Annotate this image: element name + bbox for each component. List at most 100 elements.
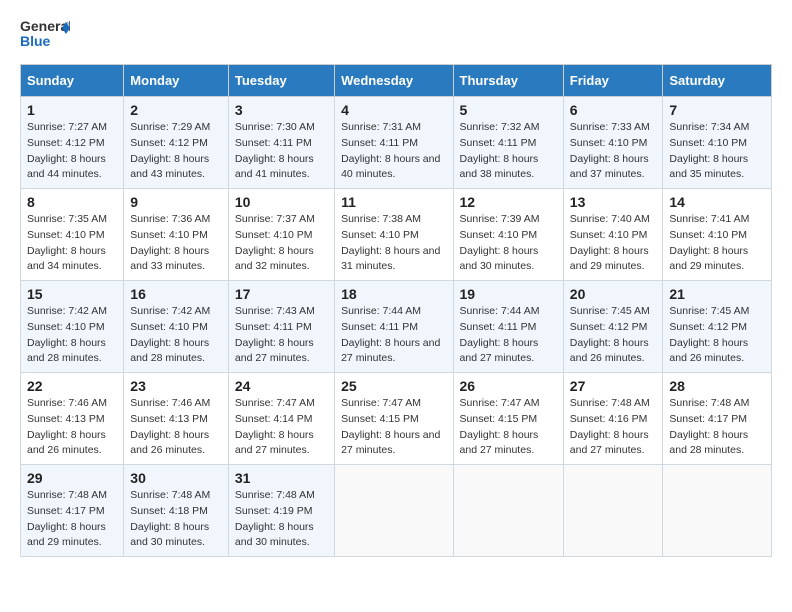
logo: General Blue [20,16,70,52]
day-number: 16 [130,286,222,302]
header-tuesday: Tuesday [228,65,334,97]
calendar-cell: 22 Sunrise: 7:46 AM Sunset: 4:13 PM Dayl… [21,373,124,465]
day-info: Sunrise: 7:45 AM Sunset: 4:12 PM Dayligh… [570,305,650,364]
day-info: Sunrise: 7:32 AM Sunset: 4:11 PM Dayligh… [460,121,540,180]
day-number: 2 [130,102,222,118]
day-number: 27 [570,378,657,394]
day-info: Sunrise: 7:27 AM Sunset: 4:12 PM Dayligh… [27,121,107,180]
header-saturday: Saturday [663,65,772,97]
day-info: Sunrise: 7:42 AM Sunset: 4:10 PM Dayligh… [130,305,210,364]
day-number: 11 [341,194,446,210]
day-info: Sunrise: 7:39 AM Sunset: 4:10 PM Dayligh… [460,213,540,272]
calendar-cell: 11 Sunrise: 7:38 AM Sunset: 4:10 PM Dayl… [335,189,453,281]
day-info: Sunrise: 7:47 AM Sunset: 4:15 PM Dayligh… [460,397,540,456]
calendar-header-row: SundayMondayTuesdayWednesdayThursdayFrid… [21,65,772,97]
day-info: Sunrise: 7:35 AM Sunset: 4:10 PM Dayligh… [27,213,107,272]
day-number: 21 [669,286,765,302]
calendar-cell: 30 Sunrise: 7:48 AM Sunset: 4:18 PM Dayl… [124,465,229,557]
calendar-cell: 26 Sunrise: 7:47 AM Sunset: 4:15 PM Dayl… [453,373,563,465]
day-number: 20 [570,286,657,302]
calendar-cell: 6 Sunrise: 7:33 AM Sunset: 4:10 PM Dayli… [563,97,663,189]
day-info: Sunrise: 7:48 AM Sunset: 4:19 PM Dayligh… [235,489,315,548]
svg-text:Blue: Blue [20,33,51,49]
day-number: 10 [235,194,328,210]
calendar-cell: 23 Sunrise: 7:46 AM Sunset: 4:13 PM Dayl… [124,373,229,465]
day-number: 3 [235,102,328,118]
calendar-cell: 31 Sunrise: 7:48 AM Sunset: 4:19 PM Dayl… [228,465,334,557]
calendar-cell [453,465,563,557]
day-info: Sunrise: 7:41 AM Sunset: 4:10 PM Dayligh… [669,213,749,272]
calendar-cell: 8 Sunrise: 7:35 AM Sunset: 4:10 PM Dayli… [21,189,124,281]
day-info: Sunrise: 7:33 AM Sunset: 4:10 PM Dayligh… [570,121,650,180]
calendar-cell: 3 Sunrise: 7:30 AM Sunset: 4:11 PM Dayli… [228,97,334,189]
day-info: Sunrise: 7:44 AM Sunset: 4:11 PM Dayligh… [460,305,540,364]
day-info: Sunrise: 7:46 AM Sunset: 4:13 PM Dayligh… [27,397,107,456]
day-number: 31 [235,470,328,486]
calendar-week-5: 29 Sunrise: 7:48 AM Sunset: 4:17 PM Dayl… [21,465,772,557]
calendar-cell: 29 Sunrise: 7:48 AM Sunset: 4:17 PM Dayl… [21,465,124,557]
day-number: 12 [460,194,557,210]
day-number: 14 [669,194,765,210]
day-number: 1 [27,102,117,118]
calendar-cell: 19 Sunrise: 7:44 AM Sunset: 4:11 PM Dayl… [453,281,563,373]
day-info: Sunrise: 7:36 AM Sunset: 4:10 PM Dayligh… [130,213,210,272]
day-number: 23 [130,378,222,394]
header-sunday: Sunday [21,65,124,97]
calendar-cell: 2 Sunrise: 7:29 AM Sunset: 4:12 PM Dayli… [124,97,229,189]
calendar-week-1: 1 Sunrise: 7:27 AM Sunset: 4:12 PM Dayli… [21,97,772,189]
page-header: General Blue [20,16,772,52]
day-number: 4 [341,102,446,118]
calendar-cell: 12 Sunrise: 7:39 AM Sunset: 4:10 PM Dayl… [453,189,563,281]
calendar-cell: 1 Sunrise: 7:27 AM Sunset: 4:12 PM Dayli… [21,97,124,189]
calendar-week-3: 15 Sunrise: 7:42 AM Sunset: 4:10 PM Dayl… [21,281,772,373]
calendar-week-4: 22 Sunrise: 7:46 AM Sunset: 4:13 PM Dayl… [21,373,772,465]
calendar-cell [563,465,663,557]
day-number: 28 [669,378,765,394]
day-number: 13 [570,194,657,210]
day-info: Sunrise: 7:48 AM Sunset: 4:16 PM Dayligh… [570,397,650,456]
day-number: 19 [460,286,557,302]
header-monday: Monday [124,65,229,97]
header-friday: Friday [563,65,663,97]
day-number: 17 [235,286,328,302]
calendar-cell: 5 Sunrise: 7:32 AM Sunset: 4:11 PM Dayli… [453,97,563,189]
calendar-week-2: 8 Sunrise: 7:35 AM Sunset: 4:10 PM Dayli… [21,189,772,281]
day-number: 6 [570,102,657,118]
day-info: Sunrise: 7:47 AM Sunset: 4:15 PM Dayligh… [341,397,440,456]
day-info: Sunrise: 7:48 AM Sunset: 4:17 PM Dayligh… [669,397,749,456]
calendar-cell: 13 Sunrise: 7:40 AM Sunset: 4:10 PM Dayl… [563,189,663,281]
calendar-cell: 15 Sunrise: 7:42 AM Sunset: 4:10 PM Dayl… [21,281,124,373]
header-wednesday: Wednesday [335,65,453,97]
calendar-table: SundayMondayTuesdayWednesdayThursdayFrid… [20,64,772,557]
day-info: Sunrise: 7:29 AM Sunset: 4:12 PM Dayligh… [130,121,210,180]
calendar-cell: 20 Sunrise: 7:45 AM Sunset: 4:12 PM Dayl… [563,281,663,373]
calendar-cell: 24 Sunrise: 7:47 AM Sunset: 4:14 PM Dayl… [228,373,334,465]
calendar-cell: 10 Sunrise: 7:37 AM Sunset: 4:10 PM Dayl… [228,189,334,281]
day-number: 8 [27,194,117,210]
day-info: Sunrise: 7:31 AM Sunset: 4:11 PM Dayligh… [341,121,440,180]
header-thursday: Thursday [453,65,563,97]
calendar-cell: 7 Sunrise: 7:34 AM Sunset: 4:10 PM Dayli… [663,97,772,189]
day-info: Sunrise: 7:42 AM Sunset: 4:10 PM Dayligh… [27,305,107,364]
day-info: Sunrise: 7:30 AM Sunset: 4:11 PM Dayligh… [235,121,315,180]
day-info: Sunrise: 7:40 AM Sunset: 4:10 PM Dayligh… [570,213,650,272]
calendar-cell: 27 Sunrise: 7:48 AM Sunset: 4:16 PM Dayl… [563,373,663,465]
calendar-cell: 9 Sunrise: 7:36 AM Sunset: 4:10 PM Dayli… [124,189,229,281]
day-number: 30 [130,470,222,486]
day-number: 22 [27,378,117,394]
day-number: 26 [460,378,557,394]
svg-text:General: General [20,18,70,34]
day-number: 29 [27,470,117,486]
day-number: 7 [669,102,765,118]
day-info: Sunrise: 7:44 AM Sunset: 4:11 PM Dayligh… [341,305,440,364]
day-info: Sunrise: 7:37 AM Sunset: 4:10 PM Dayligh… [235,213,315,272]
calendar-cell: 16 Sunrise: 7:42 AM Sunset: 4:10 PM Dayl… [124,281,229,373]
day-info: Sunrise: 7:43 AM Sunset: 4:11 PM Dayligh… [235,305,315,364]
calendar-cell: 4 Sunrise: 7:31 AM Sunset: 4:11 PM Dayli… [335,97,453,189]
calendar-cell: 25 Sunrise: 7:47 AM Sunset: 4:15 PM Dayl… [335,373,453,465]
calendar-cell: 28 Sunrise: 7:48 AM Sunset: 4:17 PM Dayl… [663,373,772,465]
day-info: Sunrise: 7:47 AM Sunset: 4:14 PM Dayligh… [235,397,315,456]
calendar-cell [663,465,772,557]
day-number: 9 [130,194,222,210]
day-number: 25 [341,378,446,394]
